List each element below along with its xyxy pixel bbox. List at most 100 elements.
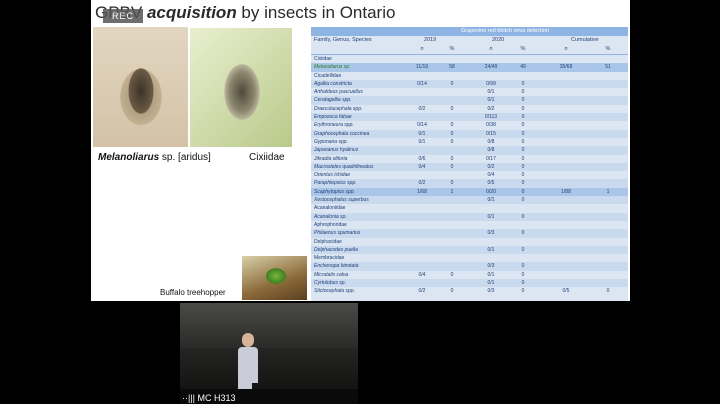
percent-cell: 0 bbox=[521, 105, 525, 112]
species-name: Cyrtolobus sp. bbox=[314, 280, 346, 287]
count-cell: 0/113 bbox=[484, 114, 498, 121]
percent-cell: 49 bbox=[520, 64, 526, 71]
count-cell: 0/4 bbox=[487, 172, 495, 179]
percent-cell: 0 bbox=[521, 114, 525, 121]
detection-table: Grapevine red blotch virus detection Fam… bbox=[311, 27, 628, 301]
percent-cell: 0 bbox=[450, 155, 454, 162]
speaker-video: ··||| MC H313 bbox=[180, 303, 358, 404]
species-name: Micrutalis calva bbox=[314, 271, 349, 278]
percent-cell: 0 bbox=[450, 80, 454, 87]
cixiidae-photo bbox=[190, 28, 292, 147]
subheader-n: n bbox=[420, 46, 424, 52]
species-name: Arthaldeus pascuellus bbox=[314, 89, 363, 96]
species-name: Gyponana spp. bbox=[314, 138, 348, 145]
count-cell: 0/17 bbox=[486, 155, 496, 162]
table-row: Paraphlepsius spp. 0/2 0 0/5 0 bbox=[311, 179, 628, 188]
species-name: Stictocephala spp. bbox=[314, 288, 355, 295]
count-cell: 0/1 bbox=[487, 271, 495, 278]
percent-cell: 0 bbox=[521, 271, 525, 278]
percent-cell: 0 bbox=[521, 230, 525, 237]
count-cell: 0/14 bbox=[417, 80, 427, 87]
count-cell: 24/49 bbox=[484, 64, 498, 71]
species-name: Melanoliarus sp. bbox=[314, 64, 351, 71]
count-cell: 1/88 bbox=[561, 188, 571, 195]
table-row: Ceratagallia spp. 0/1 0 bbox=[311, 96, 628, 105]
percent-cell: 0 bbox=[450, 122, 454, 129]
table-row: Stictocephala spp. 0/2 0 0/3 0 0/5 0 bbox=[311, 287, 628, 295]
count-cell: 1/68 bbox=[417, 188, 427, 195]
percent-cell: 51 bbox=[605, 64, 611, 71]
percent-cell: 0 bbox=[521, 147, 525, 154]
table-row: Agallia constricta 0/14 0 0/99 0 bbox=[311, 79, 628, 89]
table-row: Philaenus spumarius 0/3 0 bbox=[311, 229, 628, 238]
percent-cell: 0 bbox=[450, 105, 454, 112]
count-cell: 0/4 bbox=[418, 271, 426, 278]
table-row: Acanalonia sp. 0/1 0 bbox=[311, 212, 628, 221]
year-2020: 2020 bbox=[492, 37, 505, 43]
count-cell: 0/4 bbox=[418, 163, 426, 170]
count-cell: 0/1 bbox=[418, 130, 426, 137]
species-name: Philaenus spumarius bbox=[314, 230, 361, 237]
percent-cell: 0 bbox=[606, 288, 610, 295]
family-row: Delphacidae bbox=[311, 238, 628, 246]
family-name: Cixiidae bbox=[314, 56, 332, 62]
table-row: Macrosteles quadrilineatus 0/4 0 0/2 0 bbox=[311, 162, 628, 172]
table-row: Micrutalis calva 0/4 0 0/1 0 bbox=[311, 271, 628, 279]
percent-cell: 0 bbox=[521, 89, 525, 96]
percent-cell: 1 bbox=[606, 188, 610, 195]
count-cell: 0/1 bbox=[487, 197, 495, 204]
family-name: Delphacidae bbox=[314, 238, 342, 245]
family-caption: Cixiidae bbox=[249, 152, 285, 163]
table-row: Jikradia olitoria 0/6 0 0/17 0 bbox=[311, 155, 628, 163]
count-cell: 0/1 bbox=[487, 280, 495, 287]
table-row: Melanoliarus sp. 11/19 58 24/49 49 35/68 51 bbox=[311, 63, 628, 72]
percent-cell: 0 bbox=[450, 180, 454, 187]
count-cell: 0/14 bbox=[417, 122, 427, 129]
count-cell: 0/2 bbox=[418, 288, 426, 295]
count-cell: 0/8 bbox=[487, 147, 495, 154]
family-row: Aphrophoridae bbox=[311, 221, 628, 229]
year-2019: 2019 bbox=[424, 37, 437, 43]
species-name: Delphacodes puella bbox=[314, 246, 358, 253]
percent-cell: 0 bbox=[521, 172, 525, 179]
subheader-pct: % bbox=[449, 46, 455, 52]
percent-cell: 0 bbox=[450, 138, 454, 145]
table-body: Cixiidae Melanoliarus sp. 11/19 58 24/49 49 35… bbox=[311, 55, 628, 296]
table-row: Orientus ishidae 0/4 0 bbox=[311, 171, 628, 179]
species-name: Draeculacephala spp. bbox=[314, 105, 363, 112]
table-row: Enchenopa binotata 0/3 0 bbox=[311, 262, 628, 271]
species-name: Paraphlepsius spp. bbox=[314, 180, 357, 187]
table-row: Graphocephala coccinea 0/1 0 0/15 0 bbox=[311, 129, 628, 138]
count-cell: 0/3 bbox=[487, 288, 495, 295]
family-row: Cicadellidae bbox=[311, 72, 628, 80]
count-cell: 0/2 bbox=[487, 163, 495, 170]
count-cell: 0/2 bbox=[418, 180, 426, 187]
percent-cell: 1 bbox=[450, 188, 454, 195]
family-row: Membracidae bbox=[311, 254, 628, 262]
table-title-row: Grapevine red blotch virus detection bbox=[311, 27, 628, 36]
count-cell: 0/1 bbox=[487, 213, 495, 220]
count-cell: 0/1 bbox=[487, 246, 495, 253]
family-row: Cixiidae bbox=[311, 55, 628, 63]
species-name: Empoasca fabae bbox=[314, 114, 352, 121]
subheader-n: n bbox=[489, 46, 493, 52]
species-name: Enchenopa binotata bbox=[314, 263, 359, 270]
treehopper-photo bbox=[242, 256, 307, 300]
species-name: Erythroneura spp. bbox=[314, 122, 354, 129]
signal-icon: ··||| bbox=[182, 393, 196, 403]
table-row: Gyponana spp. 0/1 0 0/8 0 bbox=[311, 138, 628, 146]
count-cell: 0/5 bbox=[487, 180, 495, 187]
percent-cell: 0 bbox=[521, 163, 525, 170]
family-name: Membracidae bbox=[314, 255, 345, 262]
species-name: Jikradia olitoria bbox=[314, 155, 348, 162]
species-name: Ceratagallia spp. bbox=[314, 97, 352, 104]
table-row: Erythroneura spp. 0/14 0 0/38 0 bbox=[311, 121, 628, 129]
percent-cell: 0 bbox=[450, 288, 454, 295]
count-cell: 0/1 bbox=[487, 97, 495, 104]
percent-cell: 0 bbox=[521, 280, 525, 287]
count-cell: 0/2 bbox=[418, 105, 426, 112]
melanoliarus-photo bbox=[93, 27, 188, 147]
family-name: Aphrophoridae bbox=[314, 221, 347, 228]
count-cell: 0/3 bbox=[487, 230, 495, 237]
table-row: Cyrtolobus sp. 0/1 0 bbox=[311, 279, 628, 288]
